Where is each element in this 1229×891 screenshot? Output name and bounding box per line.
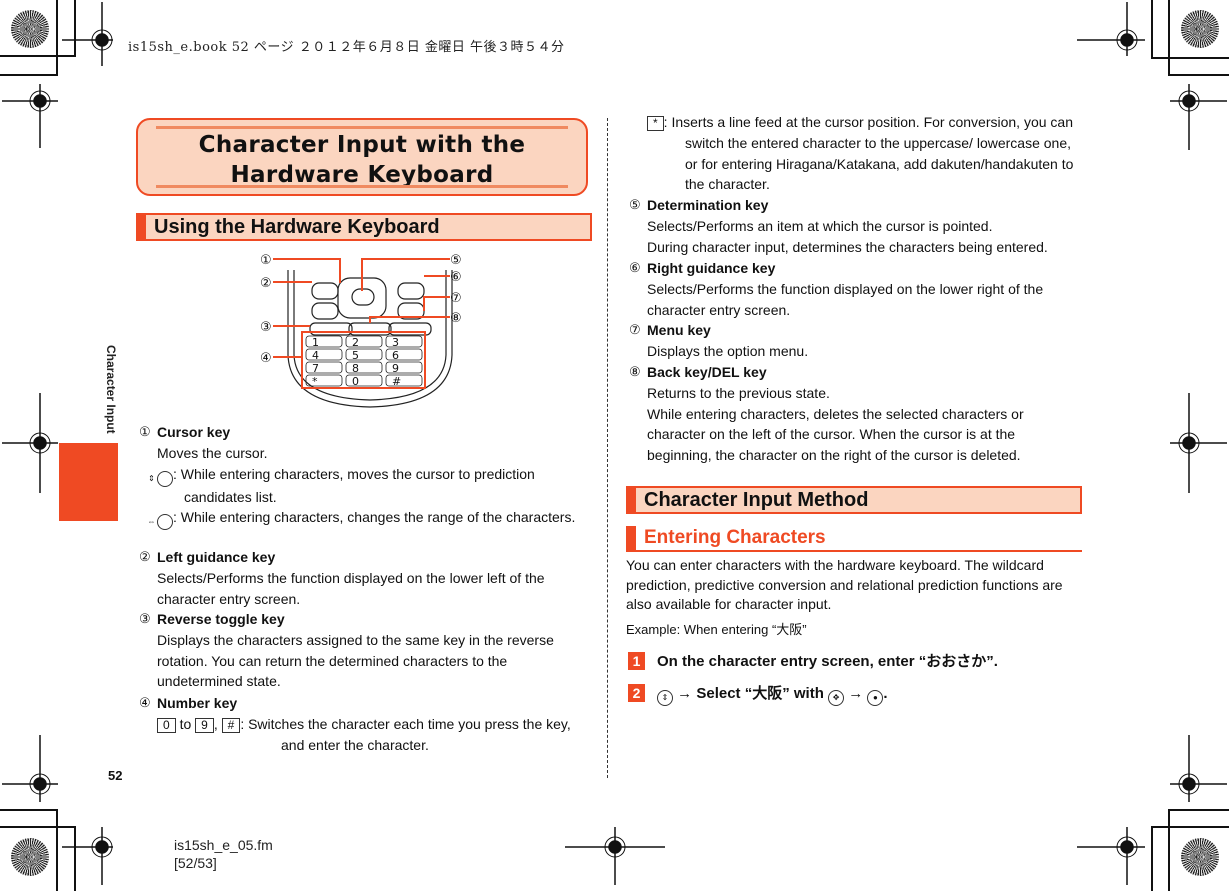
footer: is15sh_e_05.fm [52/53] xyxy=(174,836,273,872)
up-down-cursor-icon: ⇕ xyxy=(657,690,673,706)
item-title: Right guidance key xyxy=(647,260,776,276)
title-rule xyxy=(156,185,568,188)
registration-rosette-icon xyxy=(1181,838,1219,876)
callout-line-1 xyxy=(273,258,341,283)
keypad-key-label: 2 xyxy=(352,336,359,349)
left-right-cursor-icon: ⇔ xyxy=(148,514,173,531)
crosshair-icon xyxy=(1170,735,1227,802)
step-2: 2 ⇕ → Select “大阪” with ✥ → ●. xyxy=(628,684,888,706)
crosshair-icon xyxy=(1077,2,1145,56)
step-number: 2 xyxy=(628,684,645,702)
crosshair-icon xyxy=(1077,827,1145,885)
item-number-key: ④ Number key 0 to 9, #: Switches the cha… xyxy=(139,693,597,755)
chapter-title-box: Character Input with the Hardware Keyboa… xyxy=(136,118,588,196)
keyboard-diagram: 1 2 3 4 5 6 7 8 9 * 0 # ① ② ③ ④ ⑤ ⑥ ⑦ ⑧ xyxy=(260,253,462,408)
keypad-key-label: 1 xyxy=(312,336,319,349)
keypad-key-label: * xyxy=(312,375,318,388)
print-header: is15sh_e.book 52 ページ ２０１２年６月８日 金曜日 午後３時５… xyxy=(128,40,565,55)
item-title: Determination key xyxy=(647,197,769,213)
item-star-key: *: Inserts a line feed at the cursor pos… xyxy=(647,112,1087,195)
call-key xyxy=(309,322,353,336)
side-tab-label: Character Input xyxy=(104,345,118,434)
item-cursor-key: ① Cursor key Moves the cursor. ⇕: While … xyxy=(139,422,597,531)
key-star-icon: * xyxy=(647,116,664,131)
callout-line-8 xyxy=(369,316,450,323)
title-rule xyxy=(156,126,568,129)
crosshair-icon xyxy=(2,735,58,802)
column-divider xyxy=(607,118,608,778)
item-title: Reverse toggle key xyxy=(157,611,285,627)
keypad-key-label: 3 xyxy=(392,336,399,349)
keypad-key-label: 6 xyxy=(392,349,399,362)
callout-4: ④ xyxy=(260,351,272,366)
crosshair-icon xyxy=(2,393,58,493)
crosshair-icon xyxy=(2,84,58,148)
crosshair-icon xyxy=(565,827,665,885)
key-0-icon: 0 xyxy=(157,717,176,733)
callout-6: ⑥ xyxy=(450,270,462,285)
key-hash-icon: # xyxy=(221,717,241,733)
item-left-guidance-key: ② Left guidance key Selects/Performs the… xyxy=(139,547,577,609)
item-menu-key: ⑦ Menu key Displays the option menu. xyxy=(629,320,1072,362)
determination-key xyxy=(351,288,375,306)
up-down-cursor-icon: ⇕ xyxy=(148,470,173,487)
callout-1: ① xyxy=(260,253,272,268)
keypad-key-label: 9 xyxy=(392,362,399,375)
step-number: 1 xyxy=(628,652,645,670)
keypad-key-label: 5 xyxy=(352,349,359,362)
keypad-key-label: # xyxy=(392,375,401,388)
step-1: 1 On the character entry screen, enter “お… xyxy=(628,652,998,672)
item-title: Back key/DEL key xyxy=(647,364,767,380)
callout-2: ② xyxy=(260,276,272,291)
page-number: 52 xyxy=(108,768,123,783)
crosshair-icon xyxy=(1170,393,1227,493)
app-key xyxy=(397,282,425,300)
item-title: Number key xyxy=(157,695,238,711)
item-back-del-key: ⑧ Back key/DEL key Returns to the previo… xyxy=(629,362,1077,466)
section-heading: Character Input Method xyxy=(626,486,1082,514)
keypad-key-label: 8 xyxy=(352,362,359,375)
keypad-key-label: 4 xyxy=(312,349,319,362)
intro-paragraph: You can enter characters with the hardwa… xyxy=(626,557,1063,612)
home-key xyxy=(311,302,339,320)
callout-3: ③ xyxy=(260,320,272,335)
keypad-key-label: 7 xyxy=(312,362,319,375)
callout-8: ⑧ xyxy=(450,311,462,326)
determination-key-icon: ● xyxy=(867,690,884,706)
chapter-title: Character Input with the Hardware Keyboa… xyxy=(198,132,526,188)
arrow-icon: → xyxy=(848,685,864,702)
item-reverse-toggle-key: ③ Reverse toggle key Displays the charac… xyxy=(139,609,582,692)
registration-rosette-icon xyxy=(11,838,49,876)
subsection-heading: Entering Characters xyxy=(626,526,1082,552)
registration-rosette-icon xyxy=(1181,10,1219,48)
item-title: Menu key xyxy=(647,322,711,338)
crosshair-icon xyxy=(1170,84,1227,150)
callout-5: ⑤ xyxy=(450,253,462,268)
item-determination-key: ⑤ Determination key Selects/Performs an … xyxy=(629,195,1087,257)
example-label: Example: When entering “大阪” xyxy=(626,622,807,637)
registration-rosette-icon xyxy=(11,10,49,48)
mail-key xyxy=(311,282,339,300)
footer-pages: [52/53] xyxy=(174,855,217,871)
side-tab-marker xyxy=(59,443,118,521)
item-right-guidance-key: ⑥ Right guidance key Selects/Performs th… xyxy=(629,258,1072,320)
footer-file: is15sh_e_05.fm xyxy=(174,837,273,853)
keypad-key-label: 0 xyxy=(352,375,359,388)
item-title: Left guidance key xyxy=(157,549,276,565)
arrow-icon: → xyxy=(677,685,693,702)
back-del-key xyxy=(348,322,392,336)
key-9-icon: 9 xyxy=(195,717,214,733)
item-title: Cursor key xyxy=(157,424,231,440)
section-heading: Using the Hardware Keyboard xyxy=(136,213,592,241)
number-keys: 1 2 3 4 5 6 7 8 9 * 0 # xyxy=(305,335,423,388)
callout-7: ⑦ xyxy=(450,291,462,306)
four-way-cursor-icon: ✥ xyxy=(828,690,845,706)
